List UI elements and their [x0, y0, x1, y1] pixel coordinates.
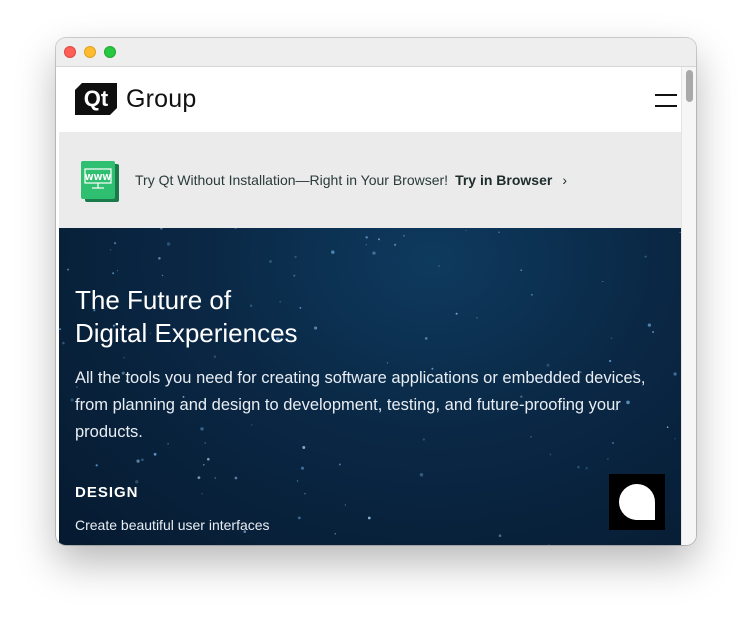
- star-dot: [674, 438, 676, 440]
- design-section-label: DESIGN: [75, 484, 139, 501]
- star-dot: [234, 228, 237, 230]
- banner-content: Try Qt Without Installation—Right in You…: [135, 132, 567, 228]
- star-dot: [294, 255, 297, 259]
- star-dot: [402, 234, 405, 237]
- window-titlebar: [56, 38, 696, 67]
- browser-window: Qt Group WWW Try Qt Without Installation…: [56, 38, 696, 545]
- star-dot: [520, 269, 523, 272]
- star-dot: [214, 477, 217, 479]
- star-dot: [302, 446, 306, 449]
- star-dot: [135, 480, 139, 484]
- star-dot: [136, 459, 140, 463]
- star-dot: [304, 492, 306, 495]
- star-dot: [160, 228, 163, 230]
- star-dot: [577, 465, 580, 469]
- star-dot: [602, 281, 604, 282]
- star-dot: [293, 274, 296, 277]
- star-dot: [338, 463, 341, 466]
- star-dot: [201, 493, 203, 495]
- try-in-browser-banner[interactable]: WWW Try Qt Without Installation—Right in…: [59, 132, 681, 228]
- star-dot: [386, 362, 389, 364]
- star-dot: [213, 355, 217, 358]
- star-dot: [62, 341, 65, 345]
- star-dot: [652, 330, 655, 334]
- www-icon-label: WWW: [85, 173, 112, 182]
- star-dot: [607, 458, 609, 460]
- hero-section: The Future of Digital Experiences All th…: [59, 228, 681, 545]
- star-dot: [334, 533, 337, 535]
- star-dot: [300, 466, 305, 470]
- star-dot: [666, 426, 669, 429]
- star-dot: [269, 260, 272, 263]
- star-dot: [95, 464, 98, 467]
- minimize-window-button[interactable]: [84, 46, 96, 58]
- star-dot: [608, 359, 612, 363]
- star-dot: [116, 270, 118, 272]
- star-dot: [158, 257, 161, 260]
- hero-title-line2: Digital Experiences: [75, 318, 298, 348]
- star-dot: [644, 255, 647, 258]
- star-dot: [202, 463, 205, 466]
- hero-description: All the tools you need for creating soft…: [75, 369, 646, 441]
- star-dot: [438, 265, 440, 267]
- star-dot: [377, 238, 381, 241]
- star-dot: [234, 476, 238, 480]
- star-dot: [70, 398, 74, 402]
- site-header: Qt Group: [59, 67, 681, 132]
- menu-line-bottom: [655, 105, 677, 107]
- star-dot: [296, 480, 299, 482]
- star-dot: [112, 272, 115, 275]
- zoom-window-button[interactable]: [104, 46, 116, 58]
- chevron-right-icon: ›: [562, 172, 567, 188]
- star-dot: [549, 453, 552, 456]
- star-dot: [394, 243, 397, 246]
- scrollbar-thumb[interactable]: [686, 70, 693, 102]
- close-window-button[interactable]: [64, 46, 76, 58]
- star-dot: [673, 372, 677, 376]
- chat-bubble-shape: [619, 484, 655, 520]
- star-dot: [114, 242, 117, 245]
- page-scrollbar[interactable]: [681, 67, 696, 545]
- star-dot: [344, 504, 347, 506]
- star-dot: [123, 356, 125, 359]
- star-dot: [465, 229, 467, 232]
- qt-logo-word: Group: [126, 84, 197, 113]
- web-page: Qt Group WWW Try Qt Without Installation…: [59, 67, 681, 545]
- star-dot: [372, 251, 376, 255]
- try-in-browser-link[interactable]: Try in Browser: [455, 172, 552, 188]
- chat-bubble-icon[interactable]: [609, 474, 665, 530]
- menu-line-top: [655, 94, 677, 96]
- star-dot: [647, 323, 652, 327]
- qt-group-logo[interactable]: Qt Group: [75, 83, 196, 115]
- star-dot: [367, 516, 371, 520]
- star-dot: [365, 243, 368, 246]
- star-dot: [109, 249, 112, 251]
- star-dot: [161, 274, 164, 277]
- star-dot: [166, 242, 171, 246]
- design-section-description: Create beautiful user interfaces: [75, 517, 270, 533]
- www-monitor-icon: WWW: [81, 161, 119, 202]
- page-viewport: Qt Group WWW Try Qt Without Installation…: [56, 67, 696, 545]
- hamburger-menu-icon[interactable]: [655, 93, 677, 108]
- hero-title-line1: The Future of: [75, 285, 232, 315]
- hero-title: The Future of Digital Experiences: [75, 284, 635, 350]
- star-dot: [331, 250, 335, 254]
- star-dot: [365, 236, 368, 239]
- star-dot: [59, 328, 62, 331]
- star-dot: [585, 467, 588, 470]
- star-dot: [153, 452, 157, 456]
- star-dot: [498, 231, 500, 234]
- star-dot: [141, 458, 144, 461]
- star-dot: [206, 457, 210, 461]
- star-dot: [297, 516, 301, 520]
- qt-logo-mark: Qt: [75, 83, 117, 115]
- banner-message: Try Qt Without Installation—Right in You…: [135, 172, 449, 188]
- star-dot: [197, 476, 201, 479]
- star-dot: [67, 268, 70, 271]
- star-dot: [419, 472, 424, 477]
- star-dot: [498, 534, 502, 537]
